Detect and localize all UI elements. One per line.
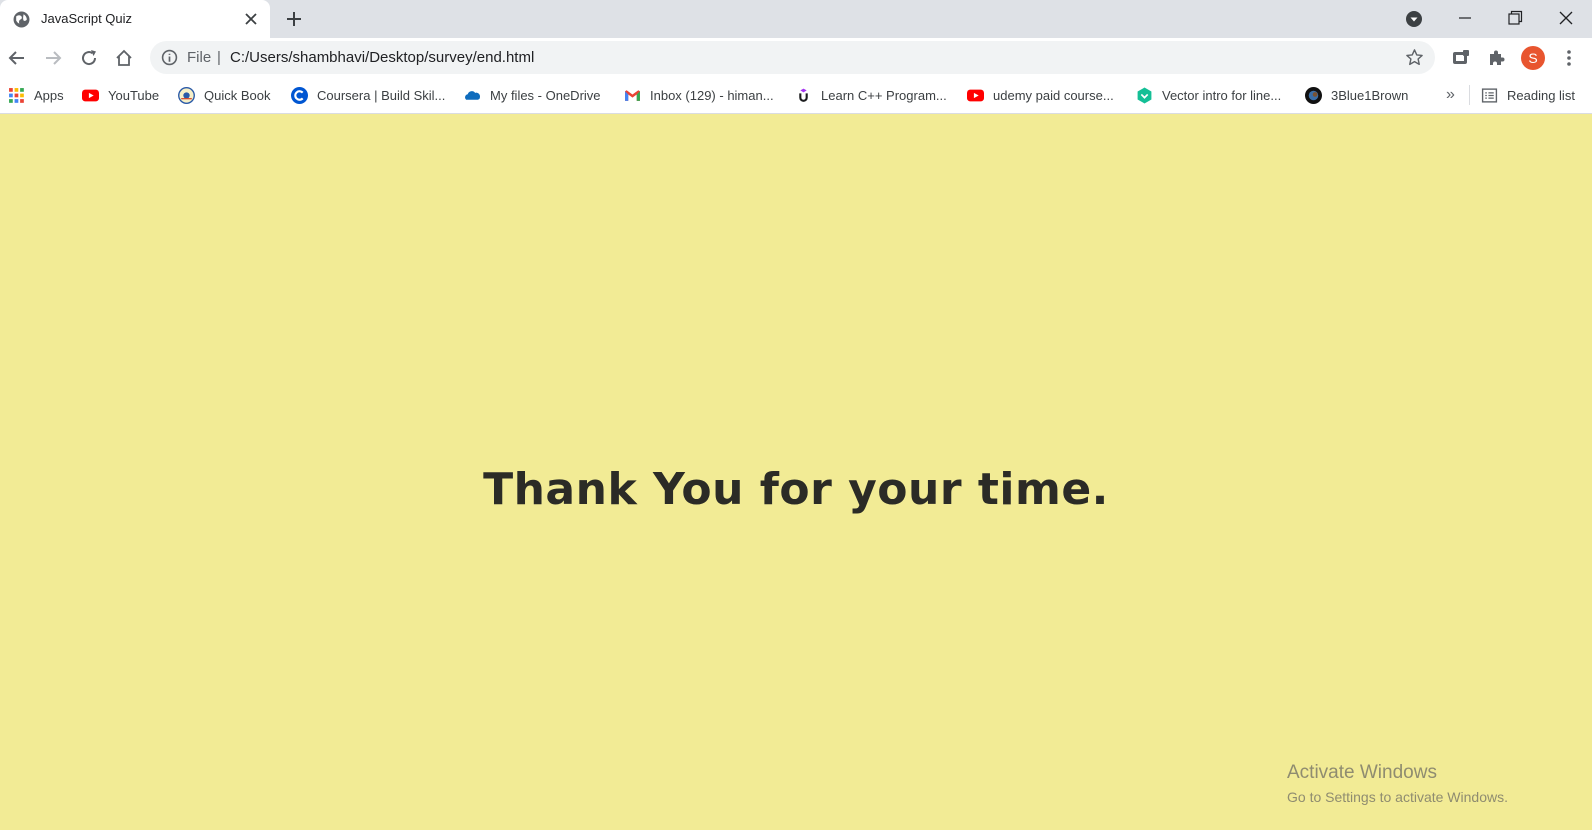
star-icon[interactable] <box>1405 48 1424 67</box>
bookmark-label: Inbox (129) - himan... <box>650 87 774 103</box>
bookmark-3blue1brown[interactable]: 3Blue1Brown <box>1305 77 1408 113</box>
bookmark-coursera[interactable]: Coursera | Build Skil... <box>291 77 445 113</box>
tab-strip: JavaScript Quiz <box>0 0 1592 38</box>
watermark-title: Activate Windows <box>1287 762 1437 783</box>
bookmarks-bar: Apps YouTube Quick Book Coursera | Build… <box>0 77 1592 114</box>
browser-toolbar: File | C:/Users/shambhavi/Desktop/survey… <box>0 38 1592 77</box>
bookmark-gmail[interactable]: Inbox (129) - himan... <box>624 77 774 113</box>
globe-icon <box>13 11 30 28</box>
tab-javascript-quiz[interactable]: JavaScript Quiz <box>0 0 270 38</box>
bookmark-onedrive[interactable]: My files - OneDrive <box>464 77 601 113</box>
address-bar[interactable]: File | C:/Users/shambhavi/Desktop/survey… <box>150 41 1435 74</box>
bookmark-label: Vector intro for line... <box>1162 87 1282 103</box>
back-icon[interactable] <box>7 48 27 68</box>
bookmark-label: Coursera | Build Skil... <box>317 87 446 103</box>
profile-avatar[interactable]: S <box>1521 46 1545 70</box>
close-icon[interactable] <box>1556 8 1576 28</box>
watermark-subtitle: Go to Settings to activate Windows. <box>1287 789 1508 805</box>
chevron-down-icon[interactable] <box>1405 10 1423 28</box>
activate-windows-watermark: Activate Windows Go to Settings to activ… <box>1287 762 1508 805</box>
bookmark-label: udemy paid course... <box>993 87 1114 103</box>
bookmark-youtube[interactable]: YouTube <box>82 77 159 113</box>
page-content: Thank You for your time. Activate Window… <box>0 114 1592 830</box>
minimize-icon[interactable] <box>1455 8 1475 28</box>
tab-title: JavaScript Quiz <box>41 11 133 26</box>
bookmark-label: Apps <box>34 87 64 103</box>
bookmarks-divider <box>1469 85 1470 105</box>
bookmark-apps[interactable]: Apps <box>8 77 64 113</box>
home-icon[interactable] <box>114 48 134 68</box>
kebab-menu-icon[interactable] <box>1559 48 1579 68</box>
reload-icon[interactable] <box>79 48 99 68</box>
reading-list-button[interactable]: Reading list <box>1481 77 1575 113</box>
reading-list-label: Reading list <box>1507 87 1575 103</box>
gmail-icon <box>625 89 640 101</box>
plus-icon[interactable] <box>285 10 303 28</box>
close-icon[interactable] <box>243 11 259 27</box>
puzzle-icon[interactable] <box>1486 48 1506 68</box>
scheme-label: File <box>187 49 212 66</box>
bookmark-label: Quick Book <box>204 87 271 103</box>
scheme-separator: | <box>217 49 221 66</box>
forward-icon[interactable] <box>43 48 63 68</box>
3blue1brown-icon <box>1305 86 1322 104</box>
railway-icon <box>178 86 195 104</box>
bookmark-quick-book[interactable]: Quick Book <box>178 77 270 113</box>
youtube-icon <box>82 89 99 101</box>
bookmark-udemy-paid[interactable]: udemy paid course... <box>967 77 1114 113</box>
bookmark-label: Learn C++ Program... <box>821 87 947 103</box>
udemy-icon <box>799 88 808 102</box>
onedrive-icon <box>465 90 481 100</box>
extension-icon[interactable] <box>1451 48 1471 68</box>
youtube-icon <box>967 89 984 101</box>
bookmark-learn-cpp[interactable]: Learn C++ Program... <box>795 77 947 113</box>
bookmark-label: My files - OneDrive <box>490 87 601 103</box>
bookmark-vector-intro[interactable]: Vector intro for line... <box>1136 77 1281 113</box>
reading-list-icon <box>1481 87 1498 103</box>
url-text[interactable]: C:/Users/shambhavi/Desktop/survey/end.ht… <box>230 49 534 66</box>
thank-you-message: Thank You for your time. <box>483 464 1109 515</box>
bookmark-label: 3Blue1Brown <box>1331 87 1409 103</box>
coursera-icon <box>291 86 308 104</box>
restore-icon[interactable] <box>1505 8 1525 28</box>
info-icon[interactable] <box>161 49 178 66</box>
bookmark-label: YouTube <box>108 87 160 103</box>
bookmarks-overflow-button[interactable]: » <box>1446 86 1455 104</box>
apps-grid-icon <box>9 87 24 103</box>
khan-academy-icon <box>1137 87 1152 103</box>
